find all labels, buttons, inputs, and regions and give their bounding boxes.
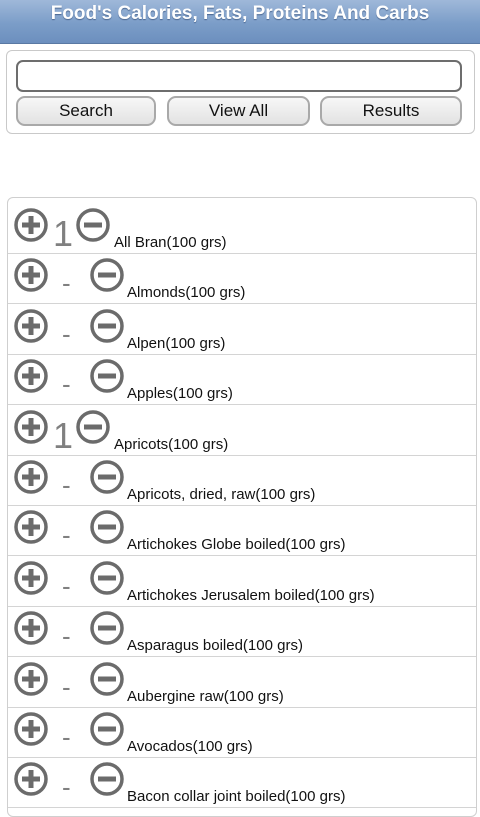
add-plus-icon[interactable]	[14, 561, 48, 595]
add-plus-icon[interactable]	[14, 208, 48, 242]
remove-minus-icon[interactable]	[90, 712, 124, 746]
food-label: Alpen(100 grs)	[127, 334, 226, 352]
food-row: - Bacon collar joint boiled(100 grs)	[8, 758, 476, 809]
quantity-value: 1	[53, 414, 74, 456]
food-label: All Bran(100 grs)	[114, 234, 227, 251]
quantity-value: -	[62, 671, 71, 702]
remove-minus-icon[interactable]	[90, 309, 124, 343]
add-plus-icon[interactable]	[14, 762, 48, 797]
food-label: Avocados(100 grs)	[127, 738, 253, 755]
remove-minus-icon[interactable]	[90, 611, 124, 645]
quantity-value: -	[62, 470, 71, 500]
search-input[interactable]	[16, 60, 462, 92]
remove-minus-icon[interactable]	[90, 359, 124, 393]
results-button[interactable]: Results	[320, 96, 462, 126]
quantity-value: -	[62, 570, 71, 601]
add-plus-icon[interactable]	[14, 611, 48, 645]
food-row: - Alpen(100 grs)	[8, 305, 476, 355]
search-panel: Search View All Results	[6, 50, 475, 134]
app-title: Food's Calories, Fats, Proteins And Carb…	[50, 3, 430, 24]
quantity-value: -	[62, 369, 71, 400]
food-label: Aubergine raw(100 grs)	[127, 687, 284, 705]
quantity-value: -	[62, 621, 71, 652]
quantity-value: -	[62, 268, 71, 299]
remove-minus-icon[interactable]	[90, 460, 124, 494]
food-row: - Artichokes Jerusalem boiled(100 grs)	[8, 557, 476, 607]
food-label: Apricots(100 grs)	[114, 435, 229, 453]
quantity-value: 1	[53, 213, 74, 254]
quantity-value: -	[62, 722, 71, 752]
remove-minus-icon[interactable]	[90, 258, 124, 293]
food-row: - Avocados(100 grs)	[8, 708, 476, 758]
quantity-value: -	[62, 520, 71, 551]
remove-minus-icon[interactable]	[90, 510, 124, 545]
add-plus-icon[interactable]	[14, 258, 48, 293]
remove-minus-icon[interactable]	[90, 661, 124, 696]
food-label: Artichokes Jerusalem boiled(100 grs)	[127, 586, 375, 604]
food-row: 1 Apricots(100 grs)	[8, 406, 476, 456]
add-plus-icon[interactable]	[14, 661, 48, 696]
food-row: - Asparagus boiled(100 grs)	[8, 607, 476, 658]
remove-minus-icon[interactable]	[76, 409, 110, 444]
food-row: - Aubergine raw(100 grs)	[8, 658, 476, 708]
food-label: Bacon collar joint boiled(100 grs)	[127, 788, 346, 806]
remove-minus-icon[interactable]	[90, 561, 124, 595]
food-row: - Apricots, dried, raw(100 grs)	[8, 456, 476, 506]
add-plus-icon[interactable]	[14, 359, 48, 393]
quantity-value: -	[62, 318, 71, 349]
add-plus-icon[interactable]	[14, 409, 48, 444]
remove-minus-icon[interactable]	[76, 208, 110, 242]
add-plus-icon[interactable]	[14, 712, 48, 746]
food-row: 1 All Bran(100 grs)	[8, 204, 476, 254]
food-row: - Artichokes Globe boiled(100 grs)	[8, 506, 476, 557]
view-all-button[interactable]: View All	[167, 96, 310, 126]
food-row: - Apples(100 grs)	[8, 355, 476, 406]
add-plus-icon[interactable]	[14, 460, 48, 494]
food-label: Artichokes Globe boiled(100 grs)	[127, 536, 346, 554]
remove-minus-icon[interactable]	[90, 762, 124, 797]
app-header: Food's Calories, Fats, Proteins And Carb…	[0, 0, 480, 44]
add-plus-icon[interactable]	[14, 309, 48, 343]
food-list: 1 All Bran(100 grs) - Almonds(100 grs) - Alpe…	[7, 197, 477, 817]
food-label: Apples(100 grs)	[127, 385, 233, 403]
food-label: Almonds(100 grs)	[127, 284, 246, 302]
food-row: - Almonds(100 grs)	[8, 254, 476, 305]
food-label: Apricots, dried, raw(100 grs)	[127, 486, 316, 503]
food-label: Asparagus boiled(100 grs)	[127, 637, 303, 655]
add-plus-icon[interactable]	[14, 510, 48, 545]
quantity-value: -	[62, 772, 71, 803]
search-button[interactable]: Search	[16, 96, 156, 126]
